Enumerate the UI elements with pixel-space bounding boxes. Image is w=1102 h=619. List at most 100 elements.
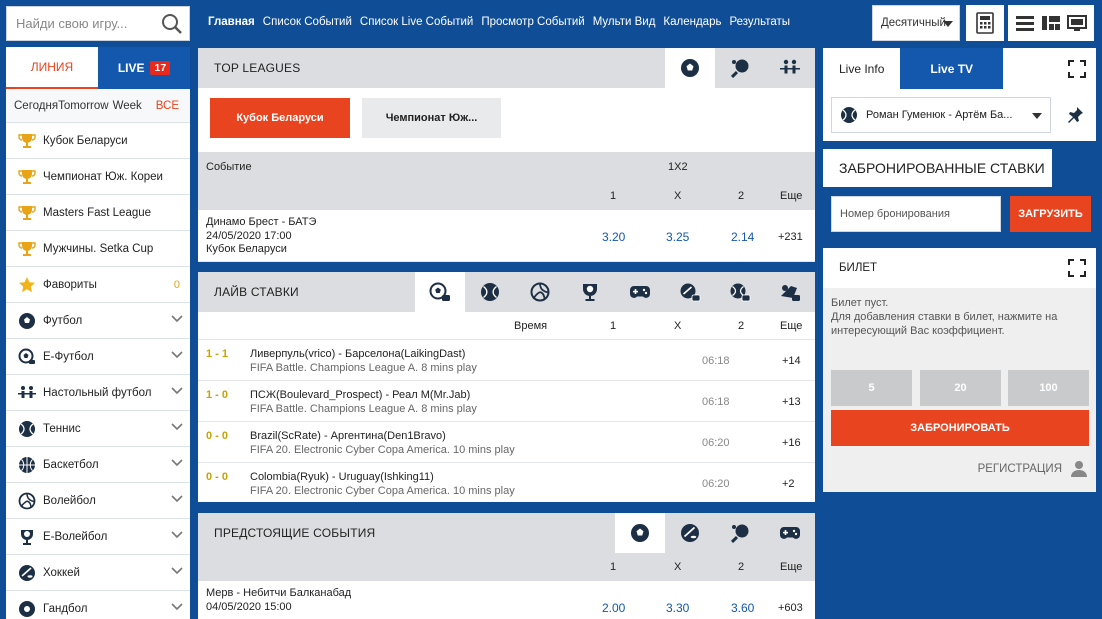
tab-live-info[interactable]: Live Info bbox=[823, 48, 901, 89]
live-row[interactable]: 0 - 0 Brazil(ScRate) - Аргентина(Den1Bra… bbox=[198, 422, 815, 463]
tab-ebasketball[interactable] bbox=[765, 272, 815, 312]
filter-all[interactable]: ВСЕ bbox=[156, 100, 179, 112]
expand-icon[interactable] bbox=[1068, 259, 1086, 277]
nav-calendar[interactable]: Календарь bbox=[663, 16, 721, 28]
tab-esports[interactable] bbox=[615, 272, 665, 312]
odd-x[interactable]: 3.25 bbox=[666, 230, 689, 244]
live-time: 06:20 bbox=[702, 437, 730, 449]
more-markets[interactable]: +14 bbox=[782, 355, 801, 367]
tab-line[interactable]: ЛИНИЯ bbox=[6, 47, 98, 89]
filter-week[interactable]: Week bbox=[113, 100, 142, 112]
pin-icon[interactable] bbox=[1066, 106, 1084, 124]
odd-1[interactable]: 3.20 bbox=[602, 230, 625, 244]
tab-soccer[interactable] bbox=[615, 513, 665, 553]
tab-hockey[interactable] bbox=[665, 513, 715, 553]
live-time: 06:18 bbox=[702, 396, 730, 408]
sidebar-item-hockey[interactable]: Хоккей bbox=[6, 555, 190, 591]
filter-tomorrow[interactable]: Tomorrow bbox=[58, 100, 108, 112]
league-button-korea[interactable]: Чемпионат Юж... bbox=[362, 98, 501, 138]
tab-volleyball[interactable] bbox=[515, 272, 565, 312]
chevron-down-icon[interactable] bbox=[171, 459, 183, 467]
live-row[interactable]: 1 - 0 ПСЖ(Boulevard_Prospect) - Реал М(M… bbox=[198, 381, 815, 422]
list-view-icon[interactable] bbox=[1015, 14, 1035, 32]
register-link[interactable]: РЕГИСТРАЦИЯ bbox=[978, 460, 1088, 478]
tab-table-tennis[interactable] bbox=[715, 48, 765, 88]
nav-home[interactable]: Главная bbox=[208, 16, 255, 28]
upcoming-header: ПРЕДСТОЯЩИЕ СОБЫТИЯ bbox=[198, 513, 815, 553]
nav-live-list[interactable]: Список Live Событий bbox=[360, 16, 473, 28]
chevron-down-icon[interactable] bbox=[171, 315, 183, 323]
tab-tennis[interactable] bbox=[465, 272, 515, 312]
sidebar-item-table-football[interactable]: Настольный футбол bbox=[6, 375, 190, 411]
col-time: Время bbox=[514, 320, 548, 332]
live-row[interactable]: 1 - 1 Ливерпуль(vrico) - Барселона(Laiki… bbox=[198, 340, 815, 381]
col-x: X bbox=[674, 190, 682, 202]
more-markets[interactable]: +13 bbox=[782, 396, 801, 408]
odd-x[interactable]: 3.30 bbox=[666, 601, 689, 615]
filter-today[interactable]: Сегодня bbox=[14, 100, 58, 112]
grid-view-icon[interactable] bbox=[1041, 14, 1061, 32]
book-button[interactable]: ЗАБРОНИРОВАТЬ bbox=[831, 410, 1089, 446]
chevron-down-icon[interactable] bbox=[171, 387, 183, 395]
sidebar-item-evolleyball[interactable]: E-Волейбол bbox=[6, 519, 190, 555]
event-row[interactable]: Мерв - Небитчи Балканабад 04/05/2020 15:… bbox=[198, 581, 815, 619]
chevron-down-icon[interactable] bbox=[171, 495, 183, 503]
tv-view-icon[interactable] bbox=[1067, 14, 1087, 32]
stake-button-5[interactable]: 5 bbox=[831, 370, 912, 406]
tab-esoccer[interactable] bbox=[415, 272, 465, 312]
odd-1[interactable]: 2.00 bbox=[602, 601, 625, 615]
search-icon[interactable] bbox=[161, 13, 183, 35]
nav-results[interactable]: Результаты bbox=[729, 16, 790, 28]
upcoming-panel: ПРЕДСТОЯЩИЕ СОБЫТИЯ 1 X 2 Еще Мерв - Неб… bbox=[198, 513, 815, 619]
more-markets[interactable]: +2 bbox=[782, 478, 795, 490]
sidebar-item-belarus-cup[interactable]: Кубок Беларуси bbox=[6, 123, 190, 159]
tab-ehockey[interactable] bbox=[665, 272, 715, 312]
nav-event-list[interactable]: Список Событий bbox=[263, 16, 352, 28]
live-row[interactable]: 0 - 0 Colombia(Ryuk) - Uruguay(Ishking11… bbox=[198, 463, 815, 504]
stake-button-100[interactable]: 100 bbox=[1008, 370, 1089, 406]
tab-evolleyball[interactable] bbox=[565, 272, 615, 312]
tab-table-tennis[interactable] bbox=[715, 513, 765, 553]
tab-live[interactable]: LIVE 17 bbox=[98, 47, 190, 89]
odd-2[interactable]: 3.60 bbox=[731, 601, 754, 615]
hockey-icon bbox=[16, 564, 38, 582]
sidebar-item-tennis[interactable]: Теннис bbox=[6, 411, 190, 447]
more-markets[interactable]: +603 bbox=[778, 602, 803, 614]
search-input[interactable] bbox=[7, 7, 155, 40]
tab-esports[interactable] bbox=[765, 513, 815, 553]
odd-2[interactable]: 2.14 bbox=[731, 230, 754, 244]
more-markets[interactable]: +231 bbox=[778, 231, 803, 243]
expand-icon[interactable] bbox=[1068, 60, 1086, 78]
nav-event-view[interactable]: Просмотр Событий bbox=[481, 16, 584, 28]
tab-live-tv[interactable]: Live TV bbox=[900, 48, 1004, 89]
calculator-button[interactable] bbox=[966, 5, 1004, 41]
sidebar-item-basketball[interactable]: Баскетбол bbox=[6, 447, 190, 483]
sidebar-item-korea-championship[interactable]: Чемпионат Юж. Кореи bbox=[6, 159, 190, 195]
live-score: 0 - 0 bbox=[206, 471, 229, 483]
stake-button-20[interactable]: 20 bbox=[920, 370, 1001, 406]
chevron-down-icon[interactable] bbox=[171, 603, 183, 611]
odds-format-select[interactable]: Десятичный bbox=[872, 5, 960, 41]
match-select[interactable]: Роман Гуменюк - Артём Ба... bbox=[831, 97, 1051, 133]
chevron-down-icon[interactable] bbox=[171, 423, 183, 431]
sidebar-item-favorites[interactable]: Фавориты 0 bbox=[6, 267, 190, 303]
league-button-belarus-cup[interactable]: Кубок Беларуси bbox=[210, 98, 350, 138]
esoccer-icon bbox=[429, 282, 451, 302]
sidebar-item-football[interactable]: Футбол bbox=[6, 303, 190, 339]
chevron-down-icon[interactable] bbox=[171, 351, 183, 359]
tab-table-soccer[interactable] bbox=[765, 48, 815, 88]
load-button[interactable]: ЗАГРУЗИТЬ bbox=[1010, 196, 1091, 232]
sidebar-item-volleyball[interactable]: Волейбол bbox=[6, 483, 190, 519]
tab-etennis[interactable] bbox=[715, 272, 765, 312]
tab-soccer[interactable] bbox=[665, 48, 715, 88]
sidebar-item-handball[interactable]: Гандбол bbox=[6, 591, 190, 619]
event-row[interactable]: Динамо Брест - БАТЭ 24/05/2020 17:00 Куб… bbox=[198, 210, 815, 262]
booking-number-input[interactable] bbox=[831, 196, 1001, 232]
sidebar-item-efootball[interactable]: E-Футбол bbox=[6, 339, 190, 375]
more-markets[interactable]: +16 bbox=[782, 437, 801, 449]
sidebar-item-setka-cup[interactable]: Мужчины. Setka Cup bbox=[6, 231, 190, 267]
nav-multi-view[interactable]: Мульти Вид bbox=[593, 16, 656, 28]
chevron-down-icon[interactable] bbox=[171, 567, 183, 575]
chevron-down-icon[interactable] bbox=[171, 531, 183, 539]
sidebar-item-masters-fast-league[interactable]: Masters Fast League bbox=[6, 195, 190, 231]
